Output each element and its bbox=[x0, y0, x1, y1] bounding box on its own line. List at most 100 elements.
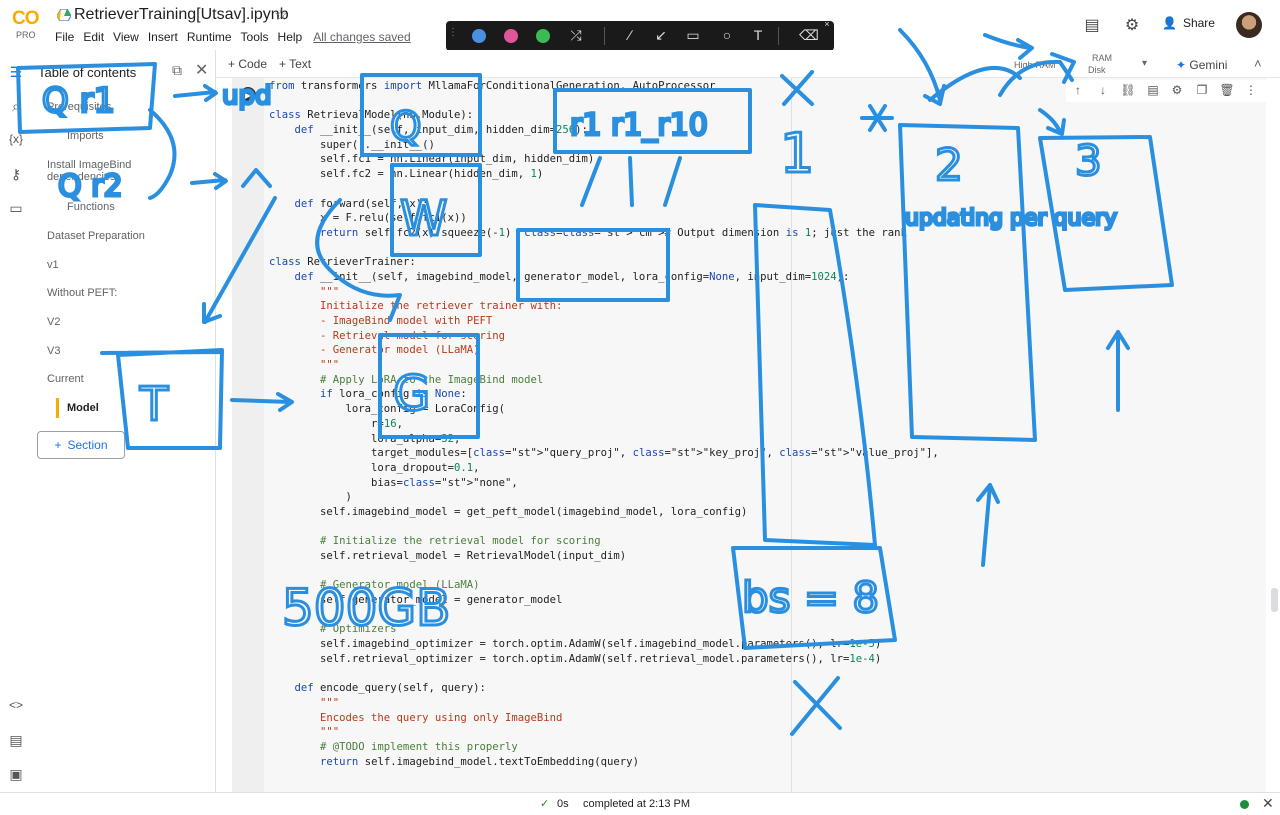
code-line[interactable]: # Optimizers bbox=[269, 622, 939, 637]
code-line[interactable] bbox=[269, 182, 939, 197]
code-line[interactable]: """ bbox=[269, 725, 939, 740]
eraser-icon[interactable]: ⌫ bbox=[799, 27, 819, 44]
code-line[interactable]: self.imagebind_optimizer = torch.optim.A… bbox=[269, 637, 939, 652]
pen-color-pink[interactable] bbox=[504, 29, 518, 43]
code-line[interactable]: """ bbox=[269, 285, 939, 300]
menu-tools[interactable]: Tools bbox=[241, 30, 269, 44]
code-line[interactable]: - Retrieval model for scoring bbox=[269, 329, 939, 344]
toc-item[interactable]: Current bbox=[47, 373, 84, 385]
connection-status-icon[interactable] bbox=[1240, 800, 1249, 809]
code-line[interactable]: return self.imagebind_model.textToEmbedd… bbox=[269, 755, 939, 770]
pen-color-green[interactable] bbox=[536, 29, 550, 43]
code-line[interactable]: class RetrievalModel(nn.Module): bbox=[269, 108, 939, 123]
add-code-button[interactable]: + Code bbox=[228, 57, 267, 71]
code-line[interactable]: super().__init__() bbox=[269, 138, 939, 153]
key-icon[interactable]: ⚷ bbox=[7, 166, 25, 184]
code-line[interactable]: self.retrieval_optimizer = torch.optim.A… bbox=[269, 652, 939, 667]
code-line[interactable]: ) bbox=[269, 490, 939, 505]
toc-item[interactable]: Prerequisites bbox=[47, 101, 111, 113]
close-icon[interactable]: ✕ bbox=[195, 60, 208, 80]
share-button[interactable]: 👤 Share bbox=[1162, 16, 1215, 30]
add-section-button[interactable]: + Section bbox=[37, 431, 125, 459]
code-line[interactable]: lora_alpha=32, bbox=[269, 432, 939, 447]
code-line[interactable]: def encode_query(self, query): bbox=[269, 681, 939, 696]
menu-insert[interactable]: Insert bbox=[148, 30, 178, 44]
code-line[interactable]: self.imagebind_model = get_peft_model(im… bbox=[269, 505, 939, 520]
code-line[interactable]: # @TODO implement this properly bbox=[269, 740, 939, 755]
gear-icon[interactable]: ⚙ bbox=[1169, 83, 1185, 97]
code-line[interactable]: # Apply LoRA to the ImageBind model bbox=[269, 373, 939, 388]
code-line[interactable]: Encodes the query using only ImageBind bbox=[269, 711, 939, 726]
terminal-icon[interactable]: ▣ bbox=[7, 766, 25, 784]
code-line[interactable]: self.fc2 = nn.Linear(hidden_dim, 1) bbox=[269, 167, 939, 182]
menu-view[interactable]: View bbox=[113, 30, 139, 44]
code-line[interactable]: self.retrieval_model = RetrievalModel(in… bbox=[269, 549, 939, 564]
colab-logo[interactable]: CO PRO bbox=[12, 8, 44, 42]
command-palette-icon[interactable]: ▤ bbox=[7, 732, 25, 750]
code-line[interactable]: r=16, bbox=[269, 417, 939, 432]
gear-icon[interactable]: ⚙ bbox=[1122, 15, 1142, 35]
code-line[interactable]: # Generator model (LLaMA) bbox=[269, 578, 939, 593]
code-line[interactable]: return self.fc2(x).squeeze(-1) class=cla… bbox=[269, 226, 939, 241]
toc-item[interactable]: Without PEFT: bbox=[47, 287, 117, 299]
drag-handle-icon[interactable]: ⋮ bbox=[444, 27, 462, 38]
gemini-button[interactable]: ✦ Gemini bbox=[1176, 58, 1227, 72]
open-in-tab-icon[interactable]: ⧉ bbox=[172, 62, 182, 79]
code-line[interactable]: - Generator model (LLaMA) bbox=[269, 343, 939, 358]
code-line[interactable]: from transformers import MllamaForCondit… bbox=[269, 79, 939, 94]
toc-item[interactable]: V3 bbox=[47, 345, 60, 357]
code-line[interactable]: Initialize the retriever trainer with: bbox=[269, 299, 939, 314]
avatar[interactable] bbox=[1236, 12, 1262, 38]
drive-icon[interactable] bbox=[57, 9, 71, 21]
move-down-icon[interactable]: ↓ bbox=[1095, 83, 1111, 97]
save-status[interactable]: All changes saved bbox=[313, 30, 410, 44]
delete-icon[interactable]: 🗑 bbox=[1219, 83, 1235, 97]
code-line[interactable] bbox=[269, 667, 939, 682]
code-line[interactable]: def forward(self, x): bbox=[269, 197, 939, 212]
code-line[interactable]: class RetrieverTrainer: bbox=[269, 255, 939, 270]
code-line[interactable]: self.fc1 = nn.Linear(input_dim, hidden_d… bbox=[269, 152, 939, 167]
code-line[interactable]: lora_dropout=0.1, bbox=[269, 461, 939, 476]
code-line[interactable]: def __init__(self, imagebind_model, gene… bbox=[269, 270, 939, 285]
code-line[interactable]: def __init__(self, input_dim, hidden_dim… bbox=[269, 123, 939, 138]
code-line[interactable] bbox=[269, 564, 939, 579]
toc-item[interactable]: v1 bbox=[47, 259, 59, 271]
runtime-type[interactable]: High-RAM bbox=[1014, 60, 1056, 70]
menu-runtime[interactable]: Runtime bbox=[187, 30, 232, 44]
code-line[interactable]: target_modules=[class="st">"query_proj",… bbox=[269, 446, 939, 461]
menu-help[interactable]: Help bbox=[278, 30, 303, 44]
text-tool-icon[interactable]: T bbox=[749, 27, 767, 43]
link-icon[interactable]: ⛓ bbox=[1120, 83, 1136, 97]
code-line[interactable] bbox=[269, 94, 939, 109]
code-line[interactable]: if lora_config is None: bbox=[269, 387, 939, 402]
rectangle-tool-icon[interactable]: ▭ bbox=[684, 27, 702, 44]
scrollbar[interactable] bbox=[1271, 588, 1278, 612]
toc-item[interactable]: Imports bbox=[67, 130, 104, 142]
close-toolbar-icon[interactable]: × bbox=[818, 19, 836, 29]
toc-item[interactable]: Dataset Preparation bbox=[47, 230, 145, 242]
toc-icon[interactable]: ☰ bbox=[7, 64, 25, 82]
code-line[interactable]: # Initialize the retrieval model for sco… bbox=[269, 534, 939, 549]
pen-color-blue[interactable] bbox=[472, 29, 486, 43]
shuffle-icon[interactable]: ⤮ bbox=[567, 27, 585, 44]
circle-tool-icon[interactable]: ○ bbox=[718, 27, 736, 43]
more-icon[interactable]: ⋮ bbox=[1243, 83, 1259, 97]
toc-item-current[interactable]: Model bbox=[67, 402, 99, 414]
toc-item[interactable]: Functions bbox=[67, 201, 115, 213]
collapse-icon[interactable]: ˄ bbox=[1254, 56, 1262, 71]
add-text-button[interactable]: + Text bbox=[279, 57, 311, 71]
menu-file[interactable]: File bbox=[55, 30, 74, 44]
code-line[interactable]: bias=class="st">"none", bbox=[269, 476, 939, 491]
notebook-title[interactable]: RetrieverTraining[Utsav].ipynb bbox=[74, 6, 289, 24]
pen-tool-icon[interactable]: ∕ bbox=[621, 27, 639, 43]
code-snippets-icon[interactable]: <> bbox=[7, 698, 25, 716]
comment-icon[interactable]: ▤ bbox=[1082, 15, 1102, 35]
folder-icon[interactable]: ▭ bbox=[7, 200, 25, 218]
code-line[interactable] bbox=[269, 608, 939, 623]
code-line[interactable]: self.generator_model = generator_model bbox=[269, 593, 939, 608]
code-line[interactable]: lora_config = LoraConfig( bbox=[269, 402, 939, 417]
code-line[interactable]: """ bbox=[269, 696, 939, 711]
search-icon[interactable]: ⌕ bbox=[7, 98, 25, 116]
code-line[interactable]: """ bbox=[269, 358, 939, 373]
star-icon[interactable]: ☆ bbox=[274, 5, 288, 25]
